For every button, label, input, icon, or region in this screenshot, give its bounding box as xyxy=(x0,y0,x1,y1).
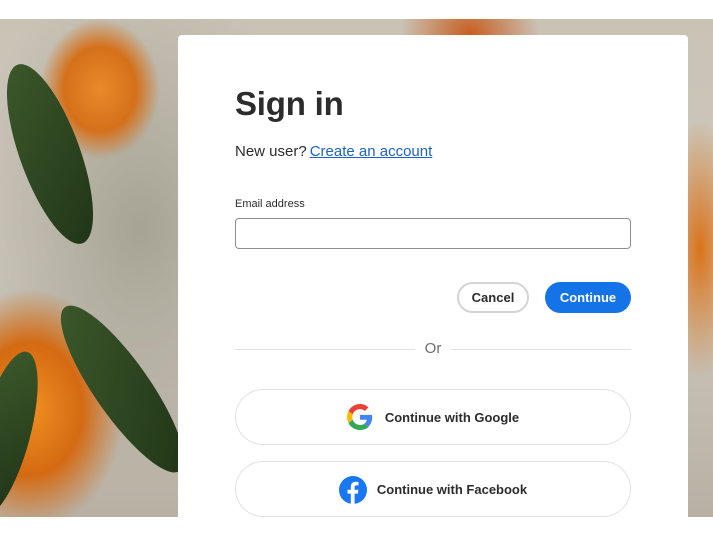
leaf-shape xyxy=(0,345,52,523)
continue-button[interactable]: Continue xyxy=(545,282,631,313)
email-field[interactable] xyxy=(235,218,631,249)
new-user-row: New user? Create an account xyxy=(235,143,432,160)
or-divider: Or xyxy=(235,340,631,360)
continue-with-facebook-button[interactable]: Continue with Facebook xyxy=(235,461,631,517)
page-title: Sign in xyxy=(235,85,344,122)
google-button-label: Continue with Google xyxy=(384,409,520,425)
divider-line-right xyxy=(451,349,631,350)
top-white-strip xyxy=(0,0,713,19)
continue-with-google-button[interactable]: Continue with Google xyxy=(235,389,631,445)
facebook-button-label: Continue with Facebook xyxy=(376,481,528,497)
create-account-link[interactable]: Create an account xyxy=(310,143,433,160)
leaf-shape xyxy=(0,54,111,254)
google-icon xyxy=(346,404,373,430)
facebook-icon xyxy=(338,476,367,504)
cancel-button[interactable]: Cancel xyxy=(457,282,529,313)
signin-card: Sign in New user? Create an account Email… xyxy=(178,35,688,535)
new-user-text: New user? xyxy=(235,143,307,160)
email-label: Email address xyxy=(235,198,305,210)
